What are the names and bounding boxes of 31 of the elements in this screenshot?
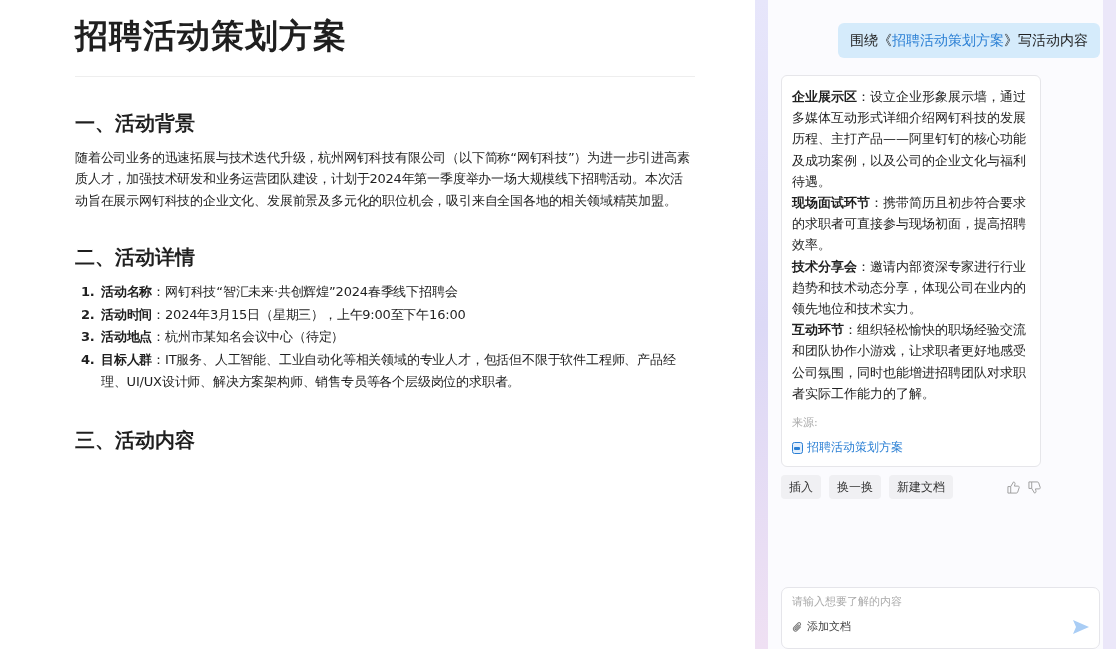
action-button[interactable]: 插入 bbox=[781, 475, 821, 500]
answer-paragraph: 企业展示区：设立企业形象展示墙，通过多媒体互动形式详细介绍网钉科技的发展历程、主打产品——阿里钉钉的核心功能及成功案例，以及公司的企业文化与福利待遇。 bbox=[792, 88, 1027, 191]
list-item-text: 活动时间：2024年3月15日（星期三），上午9:00至下午16:00 bbox=[101, 305, 466, 324]
user-message: 围绕《招聘活动策划方案》写活动内容 bbox=[838, 23, 1100, 58]
action-button[interactable]: 换一换 bbox=[829, 475, 881, 500]
add-document-button[interactable]: 添加文档 bbox=[807, 618, 851, 635]
list-number: 1. bbox=[81, 283, 96, 302]
send-icon[interactable] bbox=[1073, 619, 1089, 634]
list-item-text: 活动名称：网钉科技“智汇未来·共创辉煌”2024春季线下招聘会 bbox=[101, 283, 458, 302]
answer-paragraph: 互动环节：组织轻松愉快的职场经验交流和团队协作小游戏，让求职者更好地感受公司氛围，同时也能增进招聘团队对求职者实际工作能力的了解。 bbox=[792, 321, 1027, 403]
action-button[interactable]: 新建文档 bbox=[889, 475, 953, 500]
list-item-text: 活动地点：杭州市某知名会议中心（待定） bbox=[101, 328, 345, 347]
document-link[interactable]: 招聘活动策划方案 bbox=[892, 32, 1004, 48]
source-document-link[interactable]: 招聘活动策划方案 bbox=[807, 437, 903, 459]
source-label: 来源: bbox=[792, 415, 819, 432]
list-number: 2. bbox=[81, 305, 96, 324]
section-heading: 二、活动详情 bbox=[75, 245, 196, 270]
document-icon bbox=[792, 441, 803, 454]
list-number: 4. bbox=[81, 350, 96, 369]
thumbs-up-icon[interactable] bbox=[1007, 480, 1020, 494]
list-number: 3. bbox=[81, 328, 96, 347]
list-item-text: 目标人群：IT服务、人工智能、工业自动化等相关领域的专业人才，包括但不限于软件工程师、产品经理、UI/UX设计师、解决方案架构师、销售专员等各个层级岗位的求职者。 bbox=[101, 350, 677, 392]
answer-paragraph: 现场面试环节：携带简历且初步符合要求的求职者可直接参与现场初面，提高招聘效率。 bbox=[792, 194, 1027, 255]
message-input[interactable]: 请输入想要了解的内容 添加文档 bbox=[781, 587, 1100, 649]
document-title: 招聘活动策划方案 bbox=[75, 16, 695, 77]
thumbs-down-icon[interactable] bbox=[1028, 480, 1041, 494]
section-heading: 三、活动内容 bbox=[75, 427, 196, 452]
answer-paragraph: 技术分享会：邀请内部资深专家进行行业趋势和技术动态分享，体现公司在业内的领先地位和技术实力。 bbox=[792, 257, 1027, 319]
section-heading: 一、活动背景 bbox=[75, 110, 196, 135]
paragraph: 随着公司业务的迅速拓展与技术迭代升级，杭州网钉科技有限公司（以下简称“网钉科技”）为进一步引进高素质人才，加强技术研发和业务运营团队建设，计划于2024年第一季度举办一场大规模线下招聘活动。本次活动旨在展示网钉科技的企业文化、发展前景及多元化的职位机会，吸引来自全国各地的相关领域精英加盟。 bbox=[75, 148, 691, 210]
paperclip-icon[interactable] bbox=[792, 620, 803, 633]
